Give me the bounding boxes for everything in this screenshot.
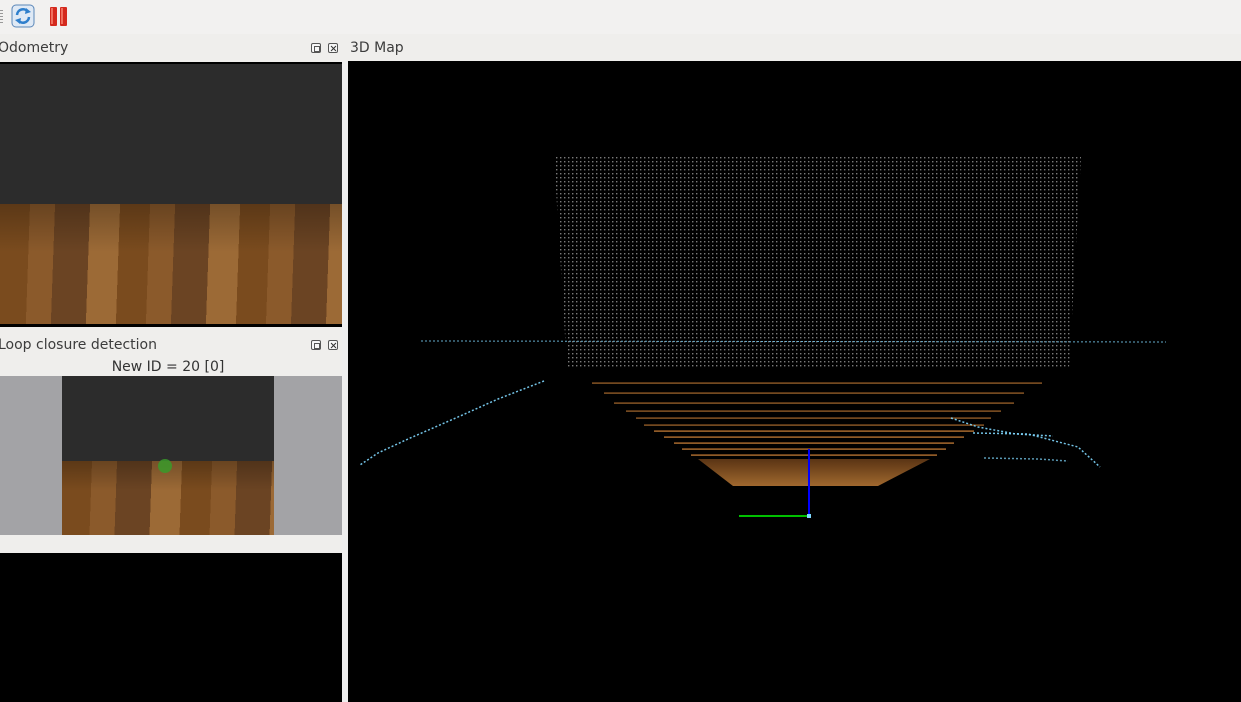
toolbar-grip[interactable]: [0, 10, 3, 24]
scan-right-3: [983, 457, 1069, 462]
pause-button[interactable]: [47, 4, 71, 28]
main-toolbar: [0, 0, 1241, 34]
map3d-view[interactable]: [348, 61, 1241, 702]
map3d-title: 3D Map: [350, 40, 404, 56]
scan-left: [359, 380, 545, 466]
odometry-close-button[interactable]: [328, 43, 338, 53]
point-cloud: [359, 157, 1167, 518]
new-id-status: New ID = 20 [0]: [111, 359, 225, 375]
wall-points: [554, 157, 1081, 369]
odometry-dock-buttons: [311, 43, 341, 55]
odometry-floor: [0, 204, 342, 324]
odometry-view: [0, 62, 342, 327]
odometry-sky: [0, 64, 342, 204]
refresh-button[interactable]: [11, 4, 35, 28]
axis-origin: [807, 514, 811, 518]
loop-closure-image: [62, 376, 274, 535]
refresh-icon: [11, 4, 35, 28]
loop-closure-view: [0, 376, 342, 535]
loop-closure-dock-buttons: [311, 340, 341, 352]
loop-closure-sky: [62, 376, 274, 461]
scan-right-2: [972, 432, 1101, 468]
pause-icon: [50, 7, 67, 26]
empty-panel-view: [0, 553, 342, 702]
loop-closure-float-button[interactable]: [311, 340, 321, 350]
odometry-float-button[interactable]: [311, 43, 321, 53]
feature-marker: [158, 459, 172, 473]
loop-closure-close-button[interactable]: [328, 340, 338, 350]
odometry-title: Odometry: [0, 40, 69, 56]
floor-points: [592, 382, 1042, 486]
loop-closure-title: Loop closure detection: [0, 337, 157, 353]
